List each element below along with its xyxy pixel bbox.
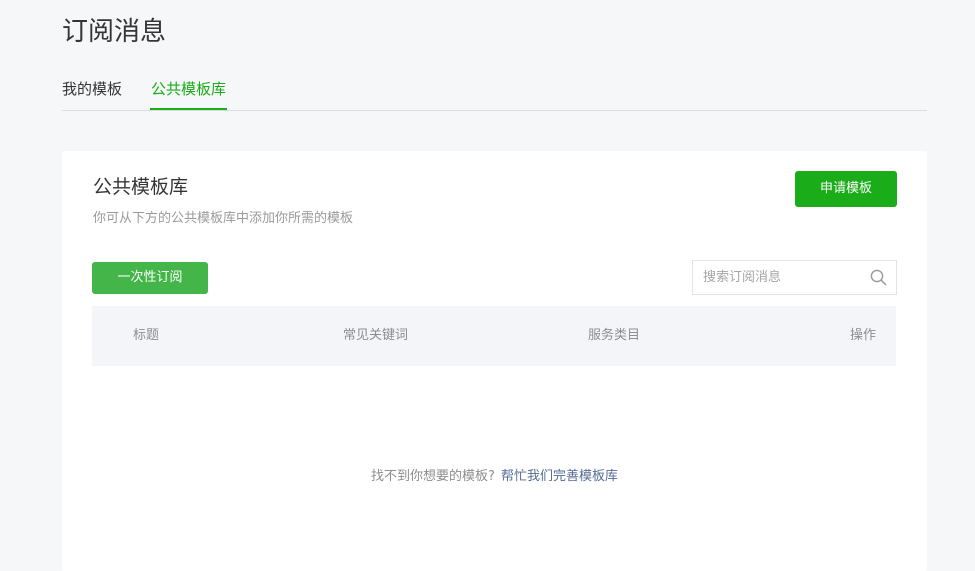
- column-header-title: 标题: [133, 328, 160, 343]
- card-description: 你可从下方的公共模板库中添加你所需的模板: [93, 211, 354, 226]
- card-title: 公共模板库: [93, 176, 189, 198]
- empty-state-text: 找不到你想要的模板?: [371, 469, 495, 484]
- column-header-service-category: 服务类目: [588, 328, 641, 343]
- tab-public-template-library[interactable]: 公共模板库: [150, 70, 228, 110]
- page-title: 订阅消息: [62, 17, 167, 47]
- search-icon[interactable]: [870, 269, 887, 286]
- empty-state-hint: 找不到你想要的模板? 帮忙我们完善模板库: [62, 467, 927, 487]
- column-header-keywords: 常见关键词: [343, 328, 409, 343]
- table-header: 标题 常见关键词 服务类目 操作: [92, 306, 896, 366]
- column-header-action: 操作: [849, 328, 876, 343]
- improve-template-library-link[interactable]: 帮忙我们完善模板库: [501, 469, 618, 484]
- tab-bar: 我的模板 公共模板库: [62, 70, 927, 111]
- search-box: [692, 260, 897, 295]
- search-input[interactable]: [693, 261, 863, 294]
- template-library-card: 公共模板库 你可从下方的公共模板库中添加你所需的模板 申请模板 一次性订阅 标题…: [62, 151, 927, 571]
- tab-my-templates[interactable]: 我的模板: [62, 70, 122, 110]
- apply-template-button[interactable]: 申请模板: [795, 171, 897, 207]
- one-time-subscription-button[interactable]: 一次性订阅: [92, 262, 208, 294]
